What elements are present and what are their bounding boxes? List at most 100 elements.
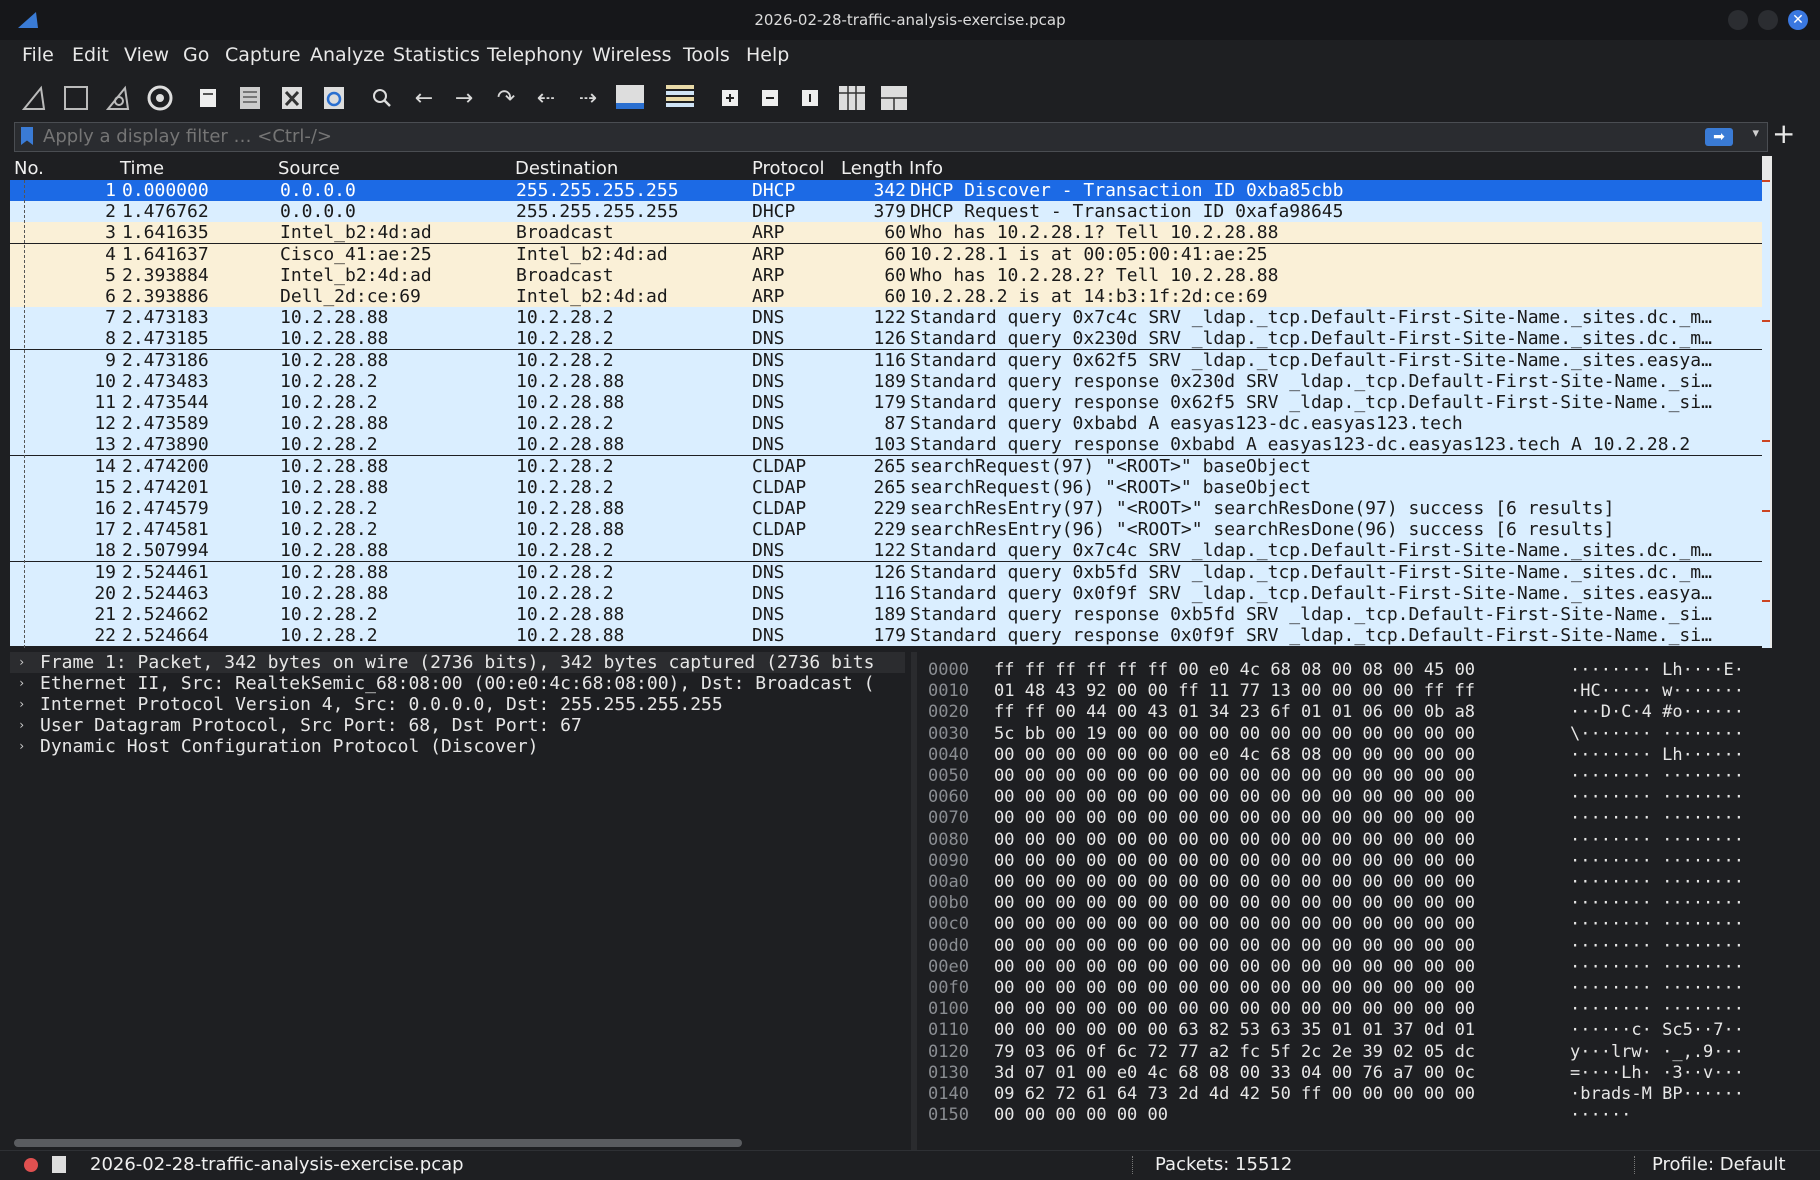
expand-arrow-icon[interactable]: › [18,652,25,673]
hex-row[interactable]: 00c0 00 00 00 00 00 00 00 00 00 00 00 00 … [918,914,1770,935]
layout-icon[interactable] [876,80,912,116]
column-header-destination[interactable]: Destination [515,158,618,179]
packet-row[interactable]: 16 2.474579 10.2.28.2 10.2.28.88 CLDAP 229 sea… [10,498,1762,519]
packet-list[interactable]: No. Time Source Destination Protocol Len… [10,156,1762,648]
packet-row[interactable]: 14 2.474200 10.2.28.88 10.2.28.2 CLDAP 265 sea… [10,455,1762,477]
detail-ethernet[interactable]: › Ethernet II, Src: RealtekSemic_68:08:00… [10,673,905,694]
menu-capture[interactable]: Capture [225,44,301,66]
normal-size-icon[interactable] [792,80,828,116]
arrow-right-icon[interactable]: → [446,80,482,116]
hex-row[interactable]: 0120 79 03 06 0f 6c 72 77 a2 fc 5f 2c 2e … [918,1042,1770,1063]
packet-row[interactable]: 17 2.474581 10.2.28.2 10.2.28.88 CLDAP 229 sea… [10,519,1762,541]
hex-row[interactable]: 0000 ff ff ff ff ff ff 00 e0 4c 68 08 00 … [918,660,1770,681]
hex-row[interactable]: 0090 00 00 00 00 00 00 00 00 00 00 00 00 … [918,851,1770,872]
hex-row[interactable]: 00a0 00 00 00 00 00 00 00 00 00 00 00 00 … [918,872,1770,893]
packet-row[interactable]: 1 0.000000 0.0.0.0 255.255.255.255 DHCP 342 DH… [10,180,1762,201]
packet-details-pane[interactable]: › Frame 1: Packet, 342 bytes on wire (273… [10,652,910,1150]
gear-options-icon[interactable] [142,80,178,116]
autoscroll-icon[interactable] [612,80,648,116]
expand-arrow-icon[interactable]: › [18,673,25,694]
shark-fin-start-icon[interactable] [16,80,52,116]
apply-filter-arrow-icon[interactable]: ➡ [1705,128,1733,146]
search-icon[interactable] [364,80,400,116]
detail-frame[interactable]: › Frame 1: Packet, 342 bytes on wire (273… [10,652,905,673]
last-packet-icon[interactable]: ⇢ [570,80,606,116]
hex-row[interactable]: 0080 00 00 00 00 00 00 00 00 00 00 00 00 … [918,830,1770,851]
save-file-icon[interactable] [232,80,268,116]
packet-row[interactable]: 11 2.473544 10.2.28.2 10.2.28.88 DNS 179 Stand… [10,392,1762,413]
column-header-info[interactable]: Info [909,158,943,179]
hex-row[interactable]: 0140 09 62 72 61 64 73 2d 4d 42 50 ff 00 … [918,1084,1770,1105]
chevron-down-icon[interactable]: ▾ [1752,126,1759,141]
packet-row[interactable]: 3 1.641635 Intel_b2:4d:ad Broadcast ARP 60 Who… [10,222,1762,244]
expand-arrow-icon[interactable]: › [18,715,25,736]
packet-row[interactable]: 5 2.393884 Intel_b2:4d:ad Broadcast ARP 60 Who… [10,264,1762,286]
zoom-out-icon[interactable] [752,80,788,116]
add-filter-button[interactable]: + [1772,118,1795,150]
colorize-icon[interactable] [662,80,698,116]
menu-telephony[interactable]: Telephony [487,44,583,66]
shark-fin-restart-icon[interactable] [100,80,136,116]
detail-udp[interactable]: › User Datagram Protocol, Src Port: 68, D… [10,715,905,736]
packet-minimap[interactable] [1762,180,1770,648]
packet-row[interactable]: 4 1.641637 Cisco_41:ae:25 Intel_b2:4d:ad ARP… [10,243,1762,265]
stop-square-icon[interactable] [58,80,94,116]
menu-wireless[interactable]: Wireless [592,44,672,66]
column-header-length[interactable]: Length [841,158,903,179]
expert-info-icon[interactable] [24,1158,38,1172]
packet-row[interactable]: 18 2.507994 10.2.28.88 10.2.28.2 DNS 122 Stand… [10,540,1762,562]
minimize-button[interactable] [1728,10,1748,30]
hex-row[interactable]: 0050 00 00 00 00 00 00 00 00 00 00 00 00 … [918,766,1770,787]
detail-ipv4[interactable]: › Internet Protocol Version 4, Src: 0.0.0… [10,694,905,715]
close-window-button[interactable]: ✕ [1788,10,1808,30]
menu-analyze[interactable]: Analyze [310,44,385,66]
open-file-icon[interactable] [190,80,226,116]
menu-go[interactable]: Go [183,44,209,66]
first-packet-icon[interactable]: ⇠ [528,80,564,116]
column-header-protocol[interactable]: Protocol [752,158,825,179]
column-header-no[interactable]: No. [14,158,44,179]
packet-row[interactable]: 8 2.473185 10.2.28.88 10.2.28.2 DNS 126 Standa… [10,328,1762,350]
packet-row[interactable]: 10 2.473483 10.2.28.2 10.2.28.88 DNS 189 Stand… [10,370,1762,392]
hex-row[interactable]: 00e0 00 00 00 00 00 00 00 00 00 00 00 00 … [918,957,1770,978]
display-filter-input[interactable] [43,123,1693,151]
packet-row[interactable]: 2 1.476762 0.0.0.0 255.255.255.255 DHCP 379 DH… [10,201,1762,223]
resize-columns-icon[interactable] [834,80,870,116]
packet-row[interactable]: 6 2.393886 Dell_2d:ce:69 Intel_b2:4d:ad ARP 6… [10,286,1762,307]
maximize-button[interactable] [1758,10,1778,30]
expand-arrow-icon[interactable]: › [18,694,25,715]
menu-edit[interactable]: Edit [72,44,109,66]
hex-row[interactable]: 0060 00 00 00 00 00 00 00 00 00 00 00 00 … [918,787,1770,808]
menu-tools[interactable]: Tools [683,44,730,66]
hex-row[interactable]: 00b0 00 00 00 00 00 00 00 00 00 00 00 00 … [918,893,1770,914]
hex-row[interactable]: 0130 3d 07 01 00 e0 4c 68 08 00 33 04 00 … [918,1063,1770,1084]
packet-bytes-pane[interactable]: 0000 ff ff ff ff ff ff 00 e0 4c 68 08 00 … [918,652,1770,1150]
hex-row[interactable]: 0150 00 00 00 00 00 00 ······ [918,1105,1770,1126]
hex-row[interactable]: 0110 00 00 00 00 00 00 63 82 53 63 35 01 … [918,1020,1770,1041]
status-profile[interactable]: Profile: Default [1652,1154,1786,1175]
packet-row[interactable]: 22 2.524664 10.2.28.2 10.2.28.88 DNS 179 Stand… [10,625,1762,647]
menu-statistics[interactable]: Statistics [393,44,480,66]
packet-row[interactable]: 19 2.524461 10.2.28.88 10.2.28.2 DNS 126 Stand… [10,561,1762,583]
packet-row[interactable]: 20 2.524463 10.2.28.88 10.2.28.2 DNS 116 Stand… [10,582,1762,604]
hex-row[interactable]: 0040 00 00 00 00 00 00 00 e0 4c 68 08 00 … [918,745,1770,766]
hex-row[interactable]: 00f0 00 00 00 00 00 00 00 00 00 00 00 00 … [918,978,1770,999]
menu-file[interactable]: File [22,44,54,66]
packet-row[interactable]: 15 2.474201 10.2.28.88 10.2.28.2 CLDAP 265 sea… [10,476,1762,498]
packet-row[interactable]: 21 2.524662 10.2.28.2 10.2.28.88 DNS 189 Stand… [10,604,1762,625]
detail-dhcp[interactable]: › Dynamic Host Configuration Protocol (Di… [10,736,905,757]
reload-file-icon[interactable] [316,80,352,116]
zoom-in-icon[interactable] [712,80,748,116]
menu-view[interactable]: View [124,44,169,66]
pane-splitter[interactable] [911,652,917,1150]
packet-row[interactable]: 9 2.473186 10.2.28.88 10.2.28.2 DNS 116 Standa… [10,349,1762,371]
packet-row[interactable]: 7 2.473183 10.2.28.88 10.2.28.2 DNS 122 Standa… [10,307,1762,329]
packet-row[interactable]: 12 2.473589 10.2.28.88 10.2.28.2 DNS 87 Standa… [10,413,1762,435]
arrow-left-icon[interactable]: ← [406,80,442,116]
bookmark-icon[interactable] [21,127,33,145]
hex-row[interactable]: 0030 5c bb 00 19 00 00 00 00 00 00 00 00 … [918,724,1770,745]
menu-help[interactable]: Help [746,44,789,66]
close-file-icon[interactable] [274,80,310,116]
jump-to-icon[interactable]: ↷ [488,80,524,116]
packet-row[interactable]: 13 2.473890 10.2.28.2 10.2.28.88 DNS 103 Stand… [10,434,1762,456]
